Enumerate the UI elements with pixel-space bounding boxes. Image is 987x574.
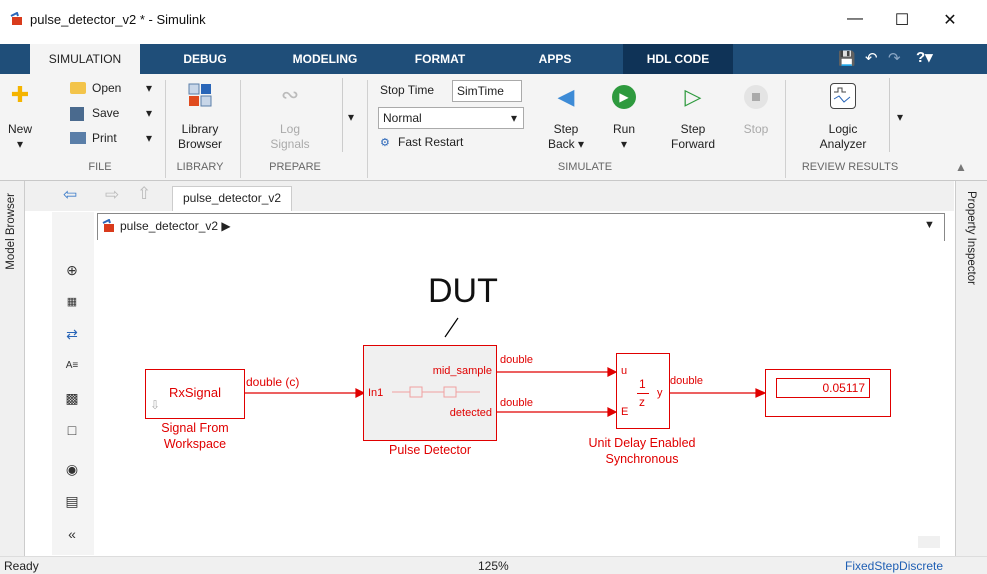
unit-delay-enabled-block[interactable]: u E y 1 z — [616, 353, 670, 429]
block-name: Unit Delay Enabled — [588, 436, 696, 450]
pulse-detector-block[interactable]: In1 mid_sample detected — [363, 345, 497, 441]
input-port-label: In1 — [368, 387, 384, 399]
output-port-label: mid_sample — [432, 365, 492, 377]
status-bar: Ready 125% FixedStepDiscrete — [0, 556, 987, 574]
subsystem-preview-icon — [392, 386, 480, 398]
dut-annotation-line — [444, 317, 459, 338]
signal-label: double — [500, 397, 534, 409]
display-block[interactable]: 0.05117 — [765, 369, 891, 417]
solver-link[interactable]: FixedStepDiscrete — [845, 559, 943, 573]
dut-annotation[interactable]: DUT — [428, 272, 498, 311]
output-port-label: detected — [449, 407, 492, 419]
arrowhead — [607, 407, 618, 417]
signal-label: double — [500, 354, 534, 366]
input-port-label: u — [621, 365, 628, 377]
status-text: Ready — [4, 559, 39, 573]
transfer-denominator: z — [639, 395, 645, 409]
arrowhead — [755, 388, 767, 398]
block-text: RxSignal — [168, 385, 222, 400]
arrowhead — [607, 367, 618, 377]
fraction-bar — [637, 393, 649, 394]
signal-label: double — [670, 375, 704, 387]
block-name: Pulse Detector — [389, 443, 471, 457]
zoom-level[interactable]: 125% — [478, 559, 509, 573]
signal-label: double (c) — [246, 375, 300, 389]
block-name: Synchronous — [605, 452, 679, 466]
scrollbar-corner[interactable] — [918, 536, 940, 548]
output-port-label: y — [657, 387, 663, 399]
display-value: 0.05117 — [822, 381, 866, 395]
transfer-numerator: 1 — [639, 377, 646, 391]
block-name: Signal From — [161, 421, 229, 435]
signal-from-workspace-block[interactable]: RxSignal ⇩ — [145, 369, 245, 419]
download-arrow-icon: ⇩ — [150, 398, 161, 412]
enable-port-label: E — [621, 406, 629, 418]
block-name: Workspace — [163, 437, 227, 451]
display-field: 0.05117 — [776, 378, 870, 398]
